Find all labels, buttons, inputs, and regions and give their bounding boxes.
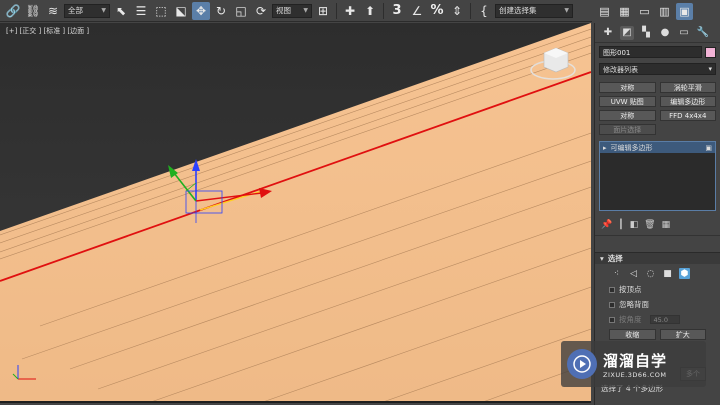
command-panel-tabs: ✚ ◩ ▚ ● ▭ 🔧 (595, 23, 720, 43)
by-vertex-label: 按顶点 (619, 285, 642, 294)
subobject-level-icons: ⁖ ◁ ◌ ■ ⬢ (595, 264, 720, 282)
by-vertex-checkbox[interactable] (609, 286, 615, 293)
stack-tools: 📌 ┃ ◧ 🗑 ▦ (595, 215, 720, 236)
percent-snap-icon[interactable]: % (428, 2, 446, 20)
spinner-snap-icon[interactable]: ⇕ (448, 2, 466, 20)
named-selection-dropdown[interactable]: 创建选择集 ▼ (495, 3, 573, 18)
uvw-map-button[interactable]: UVW 贴图 (599, 96, 656, 107)
selection-filter-dropdown[interactable]: 全部 ▼ (64, 3, 110, 18)
vertex-icon[interactable]: ⁖ (611, 268, 622, 279)
rect-selection-region-icon[interactable]: ⬚ (152, 2, 170, 20)
watermark-title: 溜溜自学 (603, 351, 668, 370)
play-logo-icon (567, 349, 597, 379)
schematic-view-icon[interactable]: ▣ (676, 2, 693, 20)
selection-rollout-title: 选择 (607, 254, 623, 263)
scale-icon[interactable]: ◱ (232, 2, 250, 20)
viewport-scene[interactable] (0, 23, 591, 403)
by-angle-label: 按角度 (619, 315, 642, 324)
scene-explorer-icon[interactable]: ▤ (596, 3, 613, 20)
viewport-label[interactable]: [+] [正交 ] [标准 ] [边面 ] (6, 26, 89, 36)
show-end-result-icon[interactable]: ┃ (618, 220, 623, 230)
motion-tab-icon[interactable]: ● (658, 26, 672, 40)
toolbar-divider (470, 2, 471, 19)
modifier-buttons: 对称 涡轮平滑 UVW 贴图 编辑多边形 对称 FFD 4x4x4 面片选择 (595, 77, 720, 137)
pivot-icon[interactable]: ⊞ (314, 2, 332, 20)
collapse-icon: ▾ (600, 254, 604, 263)
display-tab-icon[interactable]: ▭ (677, 26, 691, 40)
keyboard-shortcut-icon[interactable]: ⬆ (361, 2, 379, 20)
watermark: 溜溜自学 ZIXUE.3D66.COM (561, 341, 706, 387)
unlink-icon[interactable]: ⛓ (24, 2, 42, 20)
watermark-url: ZIXUE.3D66.COM (603, 370, 667, 379)
shrink-button[interactable]: 收缩 (609, 329, 656, 340)
object-color-swatch[interactable] (705, 46, 716, 58)
object-name-row: 图形001 (595, 43, 720, 61)
link-icon[interactable]: 🔗 (4, 2, 22, 20)
by-vertex-row[interactable]: 按顶点 (595, 282, 720, 297)
select-manipulate-icon[interactable]: ✚ (341, 2, 359, 20)
select-by-name-icon[interactable]: ☰ (132, 2, 150, 20)
right-toolbar: ▤ ▦ ▭ ▥ ▣ (592, 0, 720, 22)
make-unique-icon[interactable]: ◧ (630, 220, 639, 230)
move-icon[interactable]: ✥ (192, 1, 210, 20)
stack-item-label: 可编辑多边形 (610, 143, 653, 152)
modifier-list-dropdown[interactable]: 修改器列表 ▾ (599, 63, 716, 75)
remove-modifier-icon[interactable]: 🗑 (644, 220, 655, 230)
stack-item-editable-poly[interactable]: ▸ 可编辑多边形 ▣ (600, 142, 715, 153)
viewport-bottom-border (0, 401, 591, 403)
window-crossing-icon[interactable]: ⬕ (172, 2, 190, 20)
grow-button[interactable]: 扩大 (659, 329, 706, 340)
hierarchy-tab-icon[interactable]: ▚ (639, 26, 653, 40)
object-name-field[interactable]: 图形001 (599, 46, 702, 58)
configure-sets-icon[interactable]: ▦ (662, 220, 671, 230)
select-object-icon[interactable]: ⬉ (112, 2, 130, 20)
by-angle-checkbox[interactable] (609, 316, 615, 323)
lock-icon: ▣ (705, 143, 712, 152)
symmetry-button-2[interactable]: 对称 (599, 110, 656, 121)
by-angle-row[interactable]: 按角度 45.0 (595, 312, 720, 327)
modifier-list-label: 修改器列表 (603, 66, 638, 74)
modify-tab-icon[interactable]: ◩ (620, 25, 634, 40)
element-icon[interactable]: ⬢ (679, 268, 690, 279)
symmetry-button[interactable]: 对称 (599, 82, 656, 93)
edit-named-sets-icon[interactable]: { (475, 2, 493, 20)
ribbon-toggle-icon[interactable]: ▭ (636, 3, 653, 20)
curve-editor-icon[interactable]: ▥ (656, 3, 673, 20)
modifier-stack[interactable]: ▸ 可编辑多边形 ▣ (599, 141, 716, 211)
manipulate-icon[interactable]: ⟳ (252, 2, 270, 20)
bind-spacewarp-icon[interactable]: ≋ (44, 2, 62, 20)
ignore-backfacing-label: 忽略背面 (619, 300, 649, 309)
polygon-surface[interactable] (0, 23, 591, 403)
ignore-backfacing-row[interactable]: 忽略背面 (595, 297, 720, 312)
ffd-button[interactable]: FFD 4x4x4 (659, 110, 716, 121)
expand-icon[interactable]: ▸ (603, 144, 607, 152)
edit-poly-button[interactable]: 编辑多边形 (659, 96, 716, 107)
toolbar-divider (383, 2, 384, 19)
polygon-icon[interactable]: ■ (662, 268, 673, 279)
angle-value-field[interactable]: 45.0 (649, 315, 680, 324)
snap-toggle-icon[interactable]: 3 (388, 2, 406, 20)
rotate-icon[interactable]: ↻ (212, 2, 230, 20)
layer-explorer-icon[interactable]: ▦ (616, 3, 633, 20)
front-viewport[interactable]: [+] [正交 ] [标准 ] [边面 ] (0, 23, 591, 403)
shrink-grow-row: 收缩 扩大 (595, 327, 720, 342)
pin-stack-icon[interactable]: 📌 (601, 220, 612, 230)
reference-coordinate-dropdown[interactable]: 视图 ▼ (272, 3, 312, 18)
angle-snap-icon[interactable]: ∠ (408, 2, 426, 20)
patch-select-button[interactable]: 面片选择 (599, 124, 656, 135)
border-icon[interactable]: ◌ (645, 268, 656, 279)
turbosmooth-button[interactable]: 涡轮平滑 (659, 82, 716, 93)
ignore-backfacing-checkbox[interactable] (609, 301, 615, 308)
utilities-tab-icon[interactable]: 🔧 (696, 26, 710, 40)
selection-rollout-header[interactable]: ▾ 选择 (595, 252, 720, 264)
chevron-down-icon: ▾ (708, 65, 712, 73)
create-tab-icon[interactable]: ✚ (601, 26, 615, 40)
edge-icon[interactable]: ◁ (628, 268, 639, 279)
toolbar-divider (336, 2, 337, 19)
